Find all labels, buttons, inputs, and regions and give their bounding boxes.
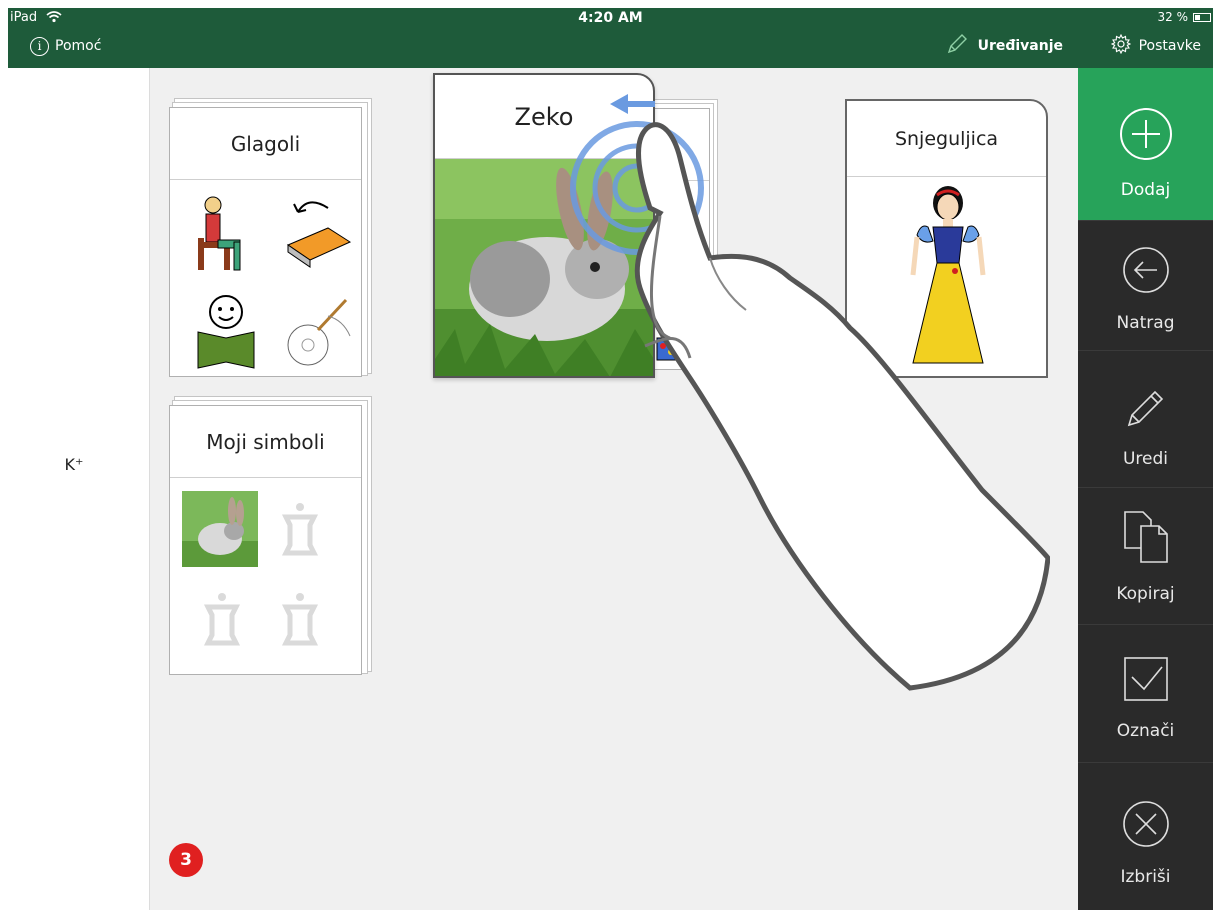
close-circle-icon bbox=[1122, 801, 1169, 847]
left-panel: K⁺ bbox=[8, 68, 150, 910]
card-title: Moji simboli bbox=[170, 406, 361, 478]
top-bar: iPad 4:20 AM 32 % i Pomoć Uređivanje Pos… bbox=[8, 8, 1213, 68]
add-label: Dodaj bbox=[1120, 180, 1171, 200]
status-time: 4:20 AM bbox=[578, 10, 643, 26]
delete-label: Izbriši bbox=[1120, 867, 1171, 887]
edit-label: Uredi bbox=[1122, 449, 1169, 469]
card-title: Glagoli bbox=[170, 108, 361, 180]
rabbit-photo-thumbnail bbox=[182, 491, 258, 567]
notification-badge[interactable]: 3 bbox=[169, 843, 203, 877]
arrow-left-circle-icon bbox=[1122, 247, 1169, 293]
board-grid: Glagoli Moji simboli Zeko Snjeguljica 3 bbox=[150, 68, 1078, 910]
battery-icon bbox=[1193, 13, 1211, 22]
pencil-icon bbox=[1127, 390, 1163, 427]
copy-icon bbox=[1123, 511, 1168, 563]
verbs-symbols-image bbox=[197, 196, 352, 369]
placeholder-symbol-icon bbox=[203, 593, 241, 646]
copy-button[interactable]: Kopiraj bbox=[1078, 488, 1213, 625]
help-button[interactable]: i Pomoć bbox=[30, 35, 101, 57]
settings-label: Postavke bbox=[1138, 38, 1201, 54]
battery-percent: 32 % bbox=[1157, 10, 1189, 24]
action-toolbar: Dodaj Natrag Uredi Kopiraj Označi Izbriš… bbox=[1078, 68, 1213, 910]
placeholder-symbol-icon bbox=[281, 593, 319, 646]
placeholder-symbol-icon bbox=[281, 503, 319, 556]
info-icon: i bbox=[30, 36, 49, 56]
copy-label: Kopiraj bbox=[1116, 584, 1175, 604]
board-name-label[interactable]: K⁺ bbox=[8, 455, 140, 474]
checkbox-icon bbox=[1123, 657, 1168, 701]
select-button[interactable]: Označi bbox=[1078, 625, 1213, 763]
settings-button[interactable]: Postavke bbox=[1110, 33, 1201, 58]
folder-card-verbs[interactable]: Glagoli bbox=[169, 107, 362, 377]
delete-button[interactable]: Izbriši bbox=[1078, 763, 1213, 910]
add-button[interactable]: Dodaj bbox=[1078, 68, 1213, 221]
drag-gesture-hand-icon bbox=[570, 94, 1050, 691]
plus-circle-icon bbox=[1119, 108, 1172, 160]
select-label: Označi bbox=[1116, 721, 1175, 741]
help-label: Pomoć bbox=[55, 38, 102, 54]
edit-mode-label: Uređivanje bbox=[977, 38, 1063, 54]
edit-mode-button[interactable]: Uređivanje bbox=[946, 34, 1063, 58]
pencil-icon bbox=[946, 33, 968, 59]
gear-icon bbox=[1110, 33, 1131, 58]
edit-button[interactable]: Uredi bbox=[1078, 351, 1213, 488]
folder-card-my-symbols[interactable]: Moji simboli bbox=[169, 405, 362, 675]
back-label: Natrag bbox=[1116, 313, 1175, 333]
back-button[interactable]: Natrag bbox=[1078, 221, 1213, 351]
